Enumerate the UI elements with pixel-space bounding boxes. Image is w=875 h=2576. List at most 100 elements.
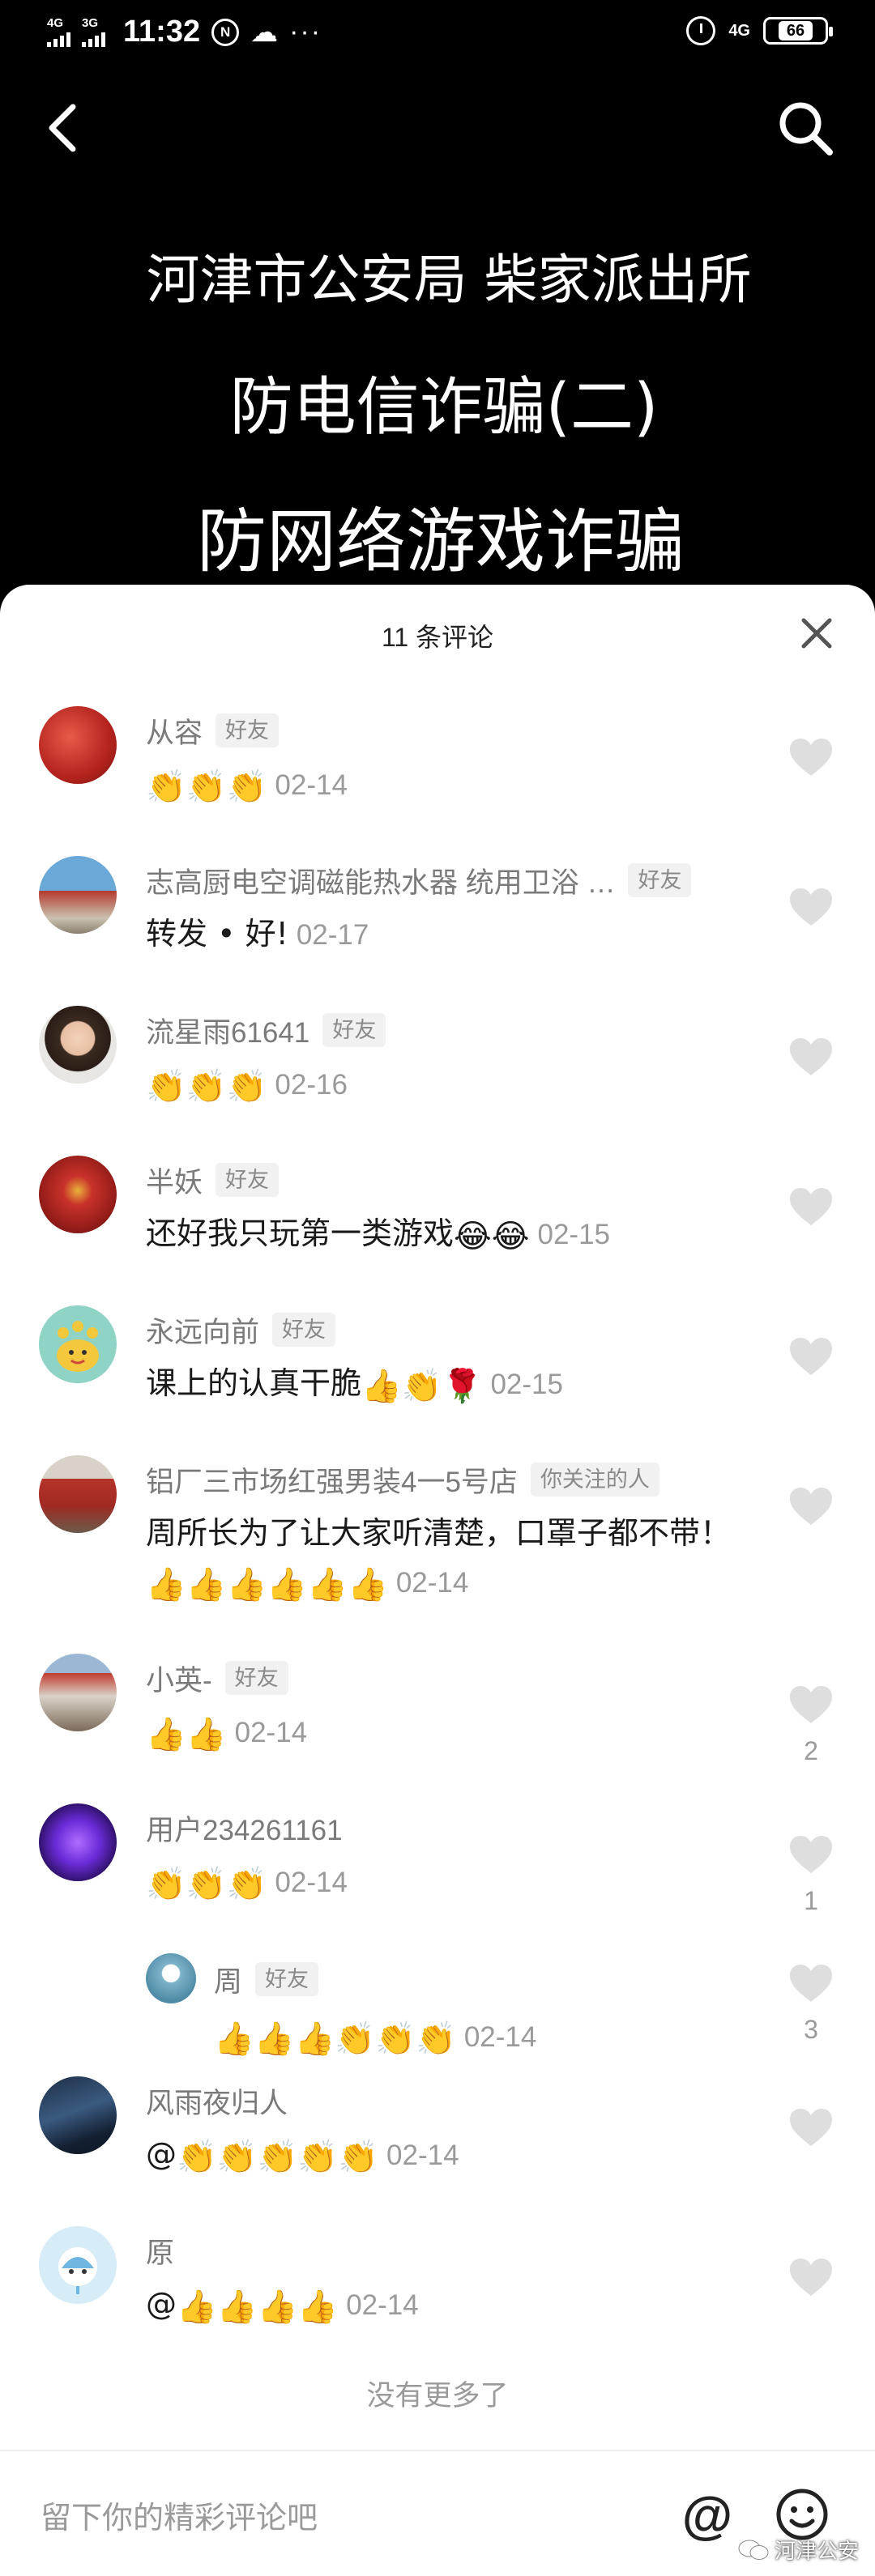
- avatar[interactable]: [39, 1305, 117, 1383]
- comment-text: 👏👏👏 02-16: [146, 1059, 745, 1109]
- comment-date: 02-15: [537, 1219, 611, 1250]
- heart-icon[interactable]: [788, 1834, 834, 1875]
- avatar[interactable]: [39, 2076, 117, 2154]
- like-button[interactable]: [783, 2257, 839, 2297]
- alarm-icon: [686, 16, 716, 45]
- clock: 11:32: [123, 15, 201, 49]
- comment-message: 转发 • 好!: [146, 916, 288, 952]
- comment-emoji: 👍👍👍👍: [177, 2289, 339, 2326]
- comment-item[interactable]: 原 @👍👍👍👍 02-14: [0, 2226, 875, 2348]
- comment-emoji: 👍👏🌹: [361, 1368, 483, 1405]
- comment-author[interactable]: 半妖: [146, 1160, 203, 1201]
- friend-badge: 好友: [272, 1313, 336, 1347]
- comment-text: 还好我只玩第一类游戏😂😂 02-15: [146, 1209, 745, 1259]
- avatar[interactable]: [39, 1156, 117, 1233]
- comment-emoji: 👏👏👏: [146, 1068, 267, 1105]
- comment-author[interactable]: 从容: [146, 710, 203, 752]
- comment-item[interactable]: 流星雨61641 好友 👏👏👏 02-16: [0, 1006, 875, 1127]
- comments-sheet: 11 条评论 从容 好友 👏👏👏 02-14 志高厨电空调磁能热水器 统用卫浴 … 好…: [0, 585, 875, 2576]
- comment-author[interactable]: 志高厨电空调磁能热水器 统用卫浴 …: [146, 860, 615, 901]
- like-button[interactable]: [783, 2107, 839, 2148]
- comment-date: 02-15: [490, 1369, 563, 1400]
- status-bar: 4G 3G 11:32 N ☁ ··· 4G 66: [0, 0, 875, 66]
- search-icon[interactable]: [775, 97, 836, 159]
- avatar[interactable]: [39, 1455, 117, 1533]
- comment-date: 02-17: [296, 919, 369, 951]
- cartoon-avatar-icon: [57, 1321, 99, 1372]
- mention-at-icon[interactable]: @: [679, 2487, 736, 2544]
- heart-icon[interactable]: [788, 2257, 834, 2297]
- comment-author[interactable]: 用户234261161: [146, 1807, 343, 1849]
- heart-icon[interactable]: [788, 1336, 834, 1377]
- comment-item[interactable]: 风雨夜归人 @👏👏👏👏👏 02-14: [0, 2076, 875, 2198]
- like-count: 3: [804, 2015, 818, 2044]
- network-icon: 4G: [728, 21, 750, 40]
- cartoon-avatar-icon: [58, 2247, 97, 2294]
- battery-icon: 66: [763, 17, 833, 45]
- video-player[interactable]: 河津市公安局 柴家派出所 防电信诈骗(二) 防网络游戏诈骗: [0, 66, 875, 601]
- comment-author[interactable]: 小英-: [146, 1658, 212, 1699]
- avatar[interactable]: [39, 1803, 117, 1881]
- friend-badge: 好友: [255, 1962, 319, 1996]
- comment-item[interactable]: 半妖 好友 还好我只玩第一类游戏😂😂 02-15: [0, 1156, 875, 1277]
- like-button[interactable]: [783, 887, 839, 927]
- avatar[interactable]: [39, 1654, 117, 1731]
- comment-author[interactable]: 流星雨61641: [146, 1010, 309, 1051]
- avatar[interactable]: [146, 1953, 196, 2003]
- avatar[interactable]: [39, 856, 117, 934]
- heart-icon[interactable]: [788, 887, 834, 927]
- comment-author[interactable]: 铝厂三市场红强男装4一5号店: [146, 1459, 518, 1501]
- avatar[interactable]: [39, 1006, 117, 1084]
- comment-emoji: 👏👏👏: [146, 1866, 267, 1903]
- comment-input[interactable]: 留下你的精彩评论吧: [41, 2451, 318, 2576]
- comment-item[interactable]: 铝厂三市场红强男装4一5号店 你关注的人 周所长为了让大家听清楚，口罩子都不带！ 👍…: [0, 1455, 875, 1625]
- heart-icon[interactable]: [788, 1037, 834, 1077]
- comment-mention[interactable]: @: [146, 2286, 177, 2322]
- close-icon[interactable]: [797, 614, 836, 653]
- like-button[interactable]: 1: [783, 1834, 839, 1916]
- cloud-icon: ☁: [250, 16, 279, 48]
- like-button[interactable]: 3: [783, 1963, 839, 2045]
- comment-author[interactable]: 原: [146, 2230, 174, 2272]
- heart-icon[interactable]: [788, 1186, 834, 1227]
- comment-date: 02-14: [463, 2021, 537, 2053]
- comment-date: 02-14: [275, 1867, 348, 1898]
- like-button[interactable]: [783, 1486, 839, 1526]
- signal-4g-icon: 4G: [47, 17, 70, 47]
- heart-icon[interactable]: [788, 1963, 834, 2003]
- avatar[interactable]: [39, 706, 117, 784]
- back-icon[interactable]: [41, 96, 89, 160]
- comment-item[interactable]: 志高厨电空调磁能热水器 统用卫浴 … 好友 转发 • 好! 02-17: [0, 856, 875, 977]
- comment-author[interactable]: 周: [214, 1959, 242, 2000]
- friend-badge: 好友: [216, 713, 280, 747]
- notification-badge-icon: N: [211, 18, 240, 46]
- comment-item[interactable]: 从容 好友 👏👏👏 02-14: [0, 706, 875, 828]
- comment-item[interactable]: 小英- 好友 👍👍 02-14 2: [0, 1654, 875, 1775]
- comment-author[interactable]: 永远向前: [146, 1309, 259, 1351]
- comment-text: @👍👍👍👍 02-14: [146, 2280, 745, 2330]
- like-button[interactable]: [783, 737, 839, 777]
- comment-input-bar[interactable]: 留下你的精彩评论吧 @ 河津公安: [0, 2450, 875, 2576]
- watermark: 河津公安: [737, 2535, 859, 2565]
- friend-badge: 好友: [216, 1163, 280, 1197]
- like-button[interactable]: 2: [783, 1684, 839, 1766]
- heart-icon[interactable]: [788, 1486, 834, 1526]
- comment-text: @👏👏👏👏👏 02-14: [146, 2130, 745, 2180]
- comment-mention[interactable]: @: [146, 2136, 177, 2172]
- like-button[interactable]: [783, 1186, 839, 1227]
- comment-message: 还好我只玩第一类游戏: [146, 1216, 455, 1251]
- heart-icon[interactable]: [788, 1684, 834, 1725]
- comment-author[interactable]: 风雨夜归人: [146, 2080, 288, 2122]
- like-button[interactable]: [783, 1336, 839, 1377]
- reply-item[interactable]: 周好友 👍👍👍👏👏👏 02-14 3: [0, 1953, 875, 2075]
- comment-message: 周所长为了让大家听清楚，口罩子都不带！: [146, 1515, 732, 1551]
- avatar[interactable]: [39, 2226, 117, 2304]
- comment-emoji: 😂😂: [454, 1218, 530, 1255]
- comment-item[interactable]: 用户234261161 👏👏👏 02-14 1: [0, 1803, 875, 1925]
- comment-date: 02-14: [234, 1717, 308, 1748]
- heart-icon[interactable]: [788, 2107, 834, 2148]
- like-button[interactable]: [783, 1037, 839, 1077]
- comment-item[interactable]: 永远向前 好友 课上的认真干脆👍👏🌹 02-15: [0, 1305, 875, 1427]
- emoji-smile-icon[interactable]: [775, 2487, 830, 2542]
- heart-icon[interactable]: [788, 737, 834, 777]
